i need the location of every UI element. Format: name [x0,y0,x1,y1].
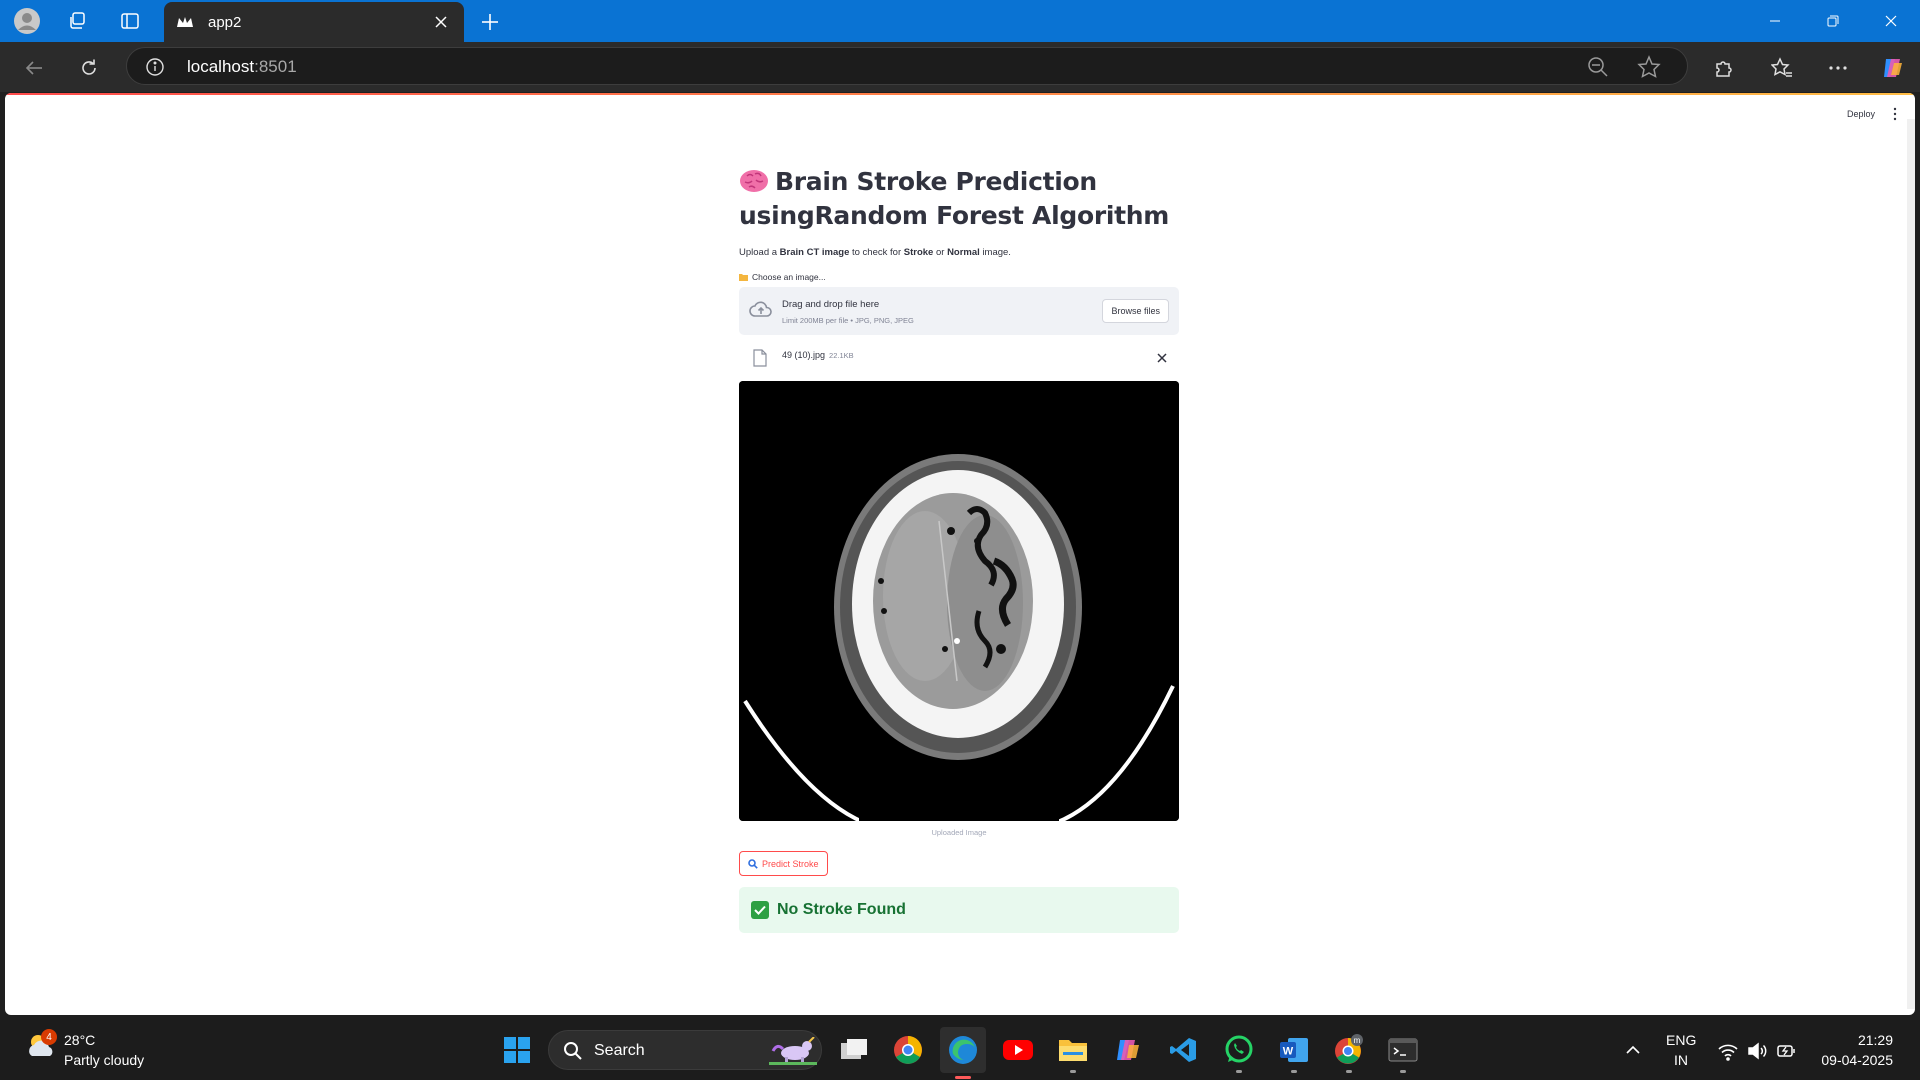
tab-title: app2 [208,13,242,31]
result-text: No Stroke Found [777,901,906,918]
word-icon[interactable]: W [1277,1033,1311,1073]
page-scrollbar[interactable] [1907,119,1915,1009]
word-running-indicator [1291,1070,1297,1073]
streamlit-header-decoration [5,93,1915,95]
weather-temperature[interactable]: 28°C [64,1032,95,1048]
address-bar[interactable]: localhost:8501 [126,47,1688,85]
streamlit-favicon-icon [176,13,194,31]
brain-emoji-icon [739,168,769,194]
folder-icon [739,274,748,281]
main-content: Brain Stroke Prediction usingRandom Fore… [739,165,1179,933]
file-name: 49 (10).jpg 22.1KB [782,350,854,360]
task-view-icon[interactable] [837,1033,871,1067]
unicorn-highlight-icon [769,1037,817,1065]
image-caption: Uploaded Image [931,828,987,837]
uploaded-ct-image [739,381,1179,821]
site-info-icon[interactable] [145,57,165,77]
remove-file-icon[interactable] [1155,351,1169,365]
workspaces-icon[interactable] [63,7,91,35]
result-success-alert: No Stroke Found [739,887,1179,933]
chrome-profile-icon[interactable]: m [1332,1033,1366,1073]
vscode-icon[interactable] [1166,1033,1200,1067]
refresh-icon[interactable] [73,52,105,84]
vertical-tabs-icon[interactable] [116,7,144,35]
search-label: Search [594,1042,645,1059]
language-region[interactable]: IN [1674,1052,1688,1068]
file-dropzone[interactable]: Drag and drop file here Limit 200MB per … [739,287,1179,335]
dropzone-title: Drag and drop file here [782,299,880,310]
edge-active-indicator [955,1076,971,1079]
title-line-1: Brain Stroke Prediction [775,167,1097,196]
taskbar-search[interactable]: Search [548,1030,822,1070]
profile-avatar-icon[interactable] [13,7,41,35]
clock-time[interactable]: 21:29 [1823,1032,1893,1048]
back-icon[interactable] [18,52,50,84]
weather-condition[interactable]: Partly cloudy [64,1052,144,1068]
zoom-out-icon[interactable] [1587,56,1609,78]
wifi-icon[interactable] [1717,1040,1739,1062]
new-tab-icon[interactable] [476,8,504,36]
copilot-taskbar-icon[interactable] [1111,1033,1145,1067]
browse-files-button[interactable]: Browse files [1102,299,1169,323]
navigation-bar: localhost:8501 [0,42,1920,92]
minimize-icon[interactable] [1746,0,1804,42]
tab-bar: app2 [0,0,1920,42]
terminal-running-indicator [1400,1070,1406,1073]
search-icon [564,1042,582,1060]
windows-taskbar: 4 28°C Partly cloudy Search W m ENG IN 2… [0,1020,1920,1080]
check-mark-icon [751,901,769,919]
url-text: localhost:8501 [187,57,297,76]
chevron-up-icon[interactable] [1622,1039,1644,1061]
edge-icon[interactable] [940,1027,986,1079]
svg-text:m: m [1354,1036,1361,1045]
chrome-profile-running-indicator [1346,1070,1352,1073]
page-title: Brain Stroke Prediction usingRandom Fore… [739,165,1179,233]
more-options-icon[interactable] [1822,52,1854,84]
cloud-upload-icon [749,301,772,317]
chrome-icon[interactable] [891,1033,925,1067]
file-icon [753,349,767,367]
main-menu-icon[interactable] [1890,107,1900,121]
weather-alert-badge: 4 [41,1029,57,1045]
file-size: 22.1KB [829,351,854,360]
volume-icon[interactable] [1746,1040,1768,1062]
copilot-icon[interactable] [1877,52,1909,84]
file-explorer-icon[interactable] [1056,1033,1090,1073]
upload-instructions: Upload a Brain CT image to check for Str… [739,247,1011,258]
whatsapp-icon[interactable] [1222,1033,1256,1073]
dropzone-limit: Limit 200MB per file • JPG, PNG, JPEG [782,316,914,325]
title-line-2: usingRandom Forest Algorithm [739,201,1170,230]
deploy-button[interactable]: Deploy [1847,109,1875,119]
youtube-icon[interactable] [1001,1033,1035,1067]
favorite-star-icon[interactable] [1637,55,1661,79]
favorites-icon[interactable] [1766,52,1798,84]
browser-tab-active[interactable]: app2 [164,2,464,42]
extensions-icon[interactable] [1708,52,1740,84]
uploader-label: Choose an image... [739,272,1179,282]
terminal-icon[interactable] [1386,1033,1420,1073]
uploaded-file-row: 49 (10).jpg 22.1KB [739,335,1179,381]
start-windows-icon[interactable] [500,1033,534,1067]
predict-stroke-button[interactable]: Predict Stroke [739,851,828,876]
close-window-icon[interactable] [1862,0,1920,42]
explorer-running-indicator [1070,1070,1076,1073]
clock-date[interactable]: 09-04-2025 [1815,1052,1893,1068]
predict-stroke-label: Predict Stroke [762,858,819,869]
battery-charging-icon[interactable] [1775,1040,1797,1062]
whatsapp-running-indicator [1236,1070,1242,1073]
magnifier-icon [748,858,758,869]
tab-close-icon[interactable] [430,11,452,33]
page-viewport: Deploy Brain Stroke Prediction usingRand… [5,93,1915,1015]
language-code[interactable]: ENG [1666,1032,1696,1048]
restore-icon[interactable] [1804,0,1862,42]
svg-text:W: W [1283,1046,1294,1058]
